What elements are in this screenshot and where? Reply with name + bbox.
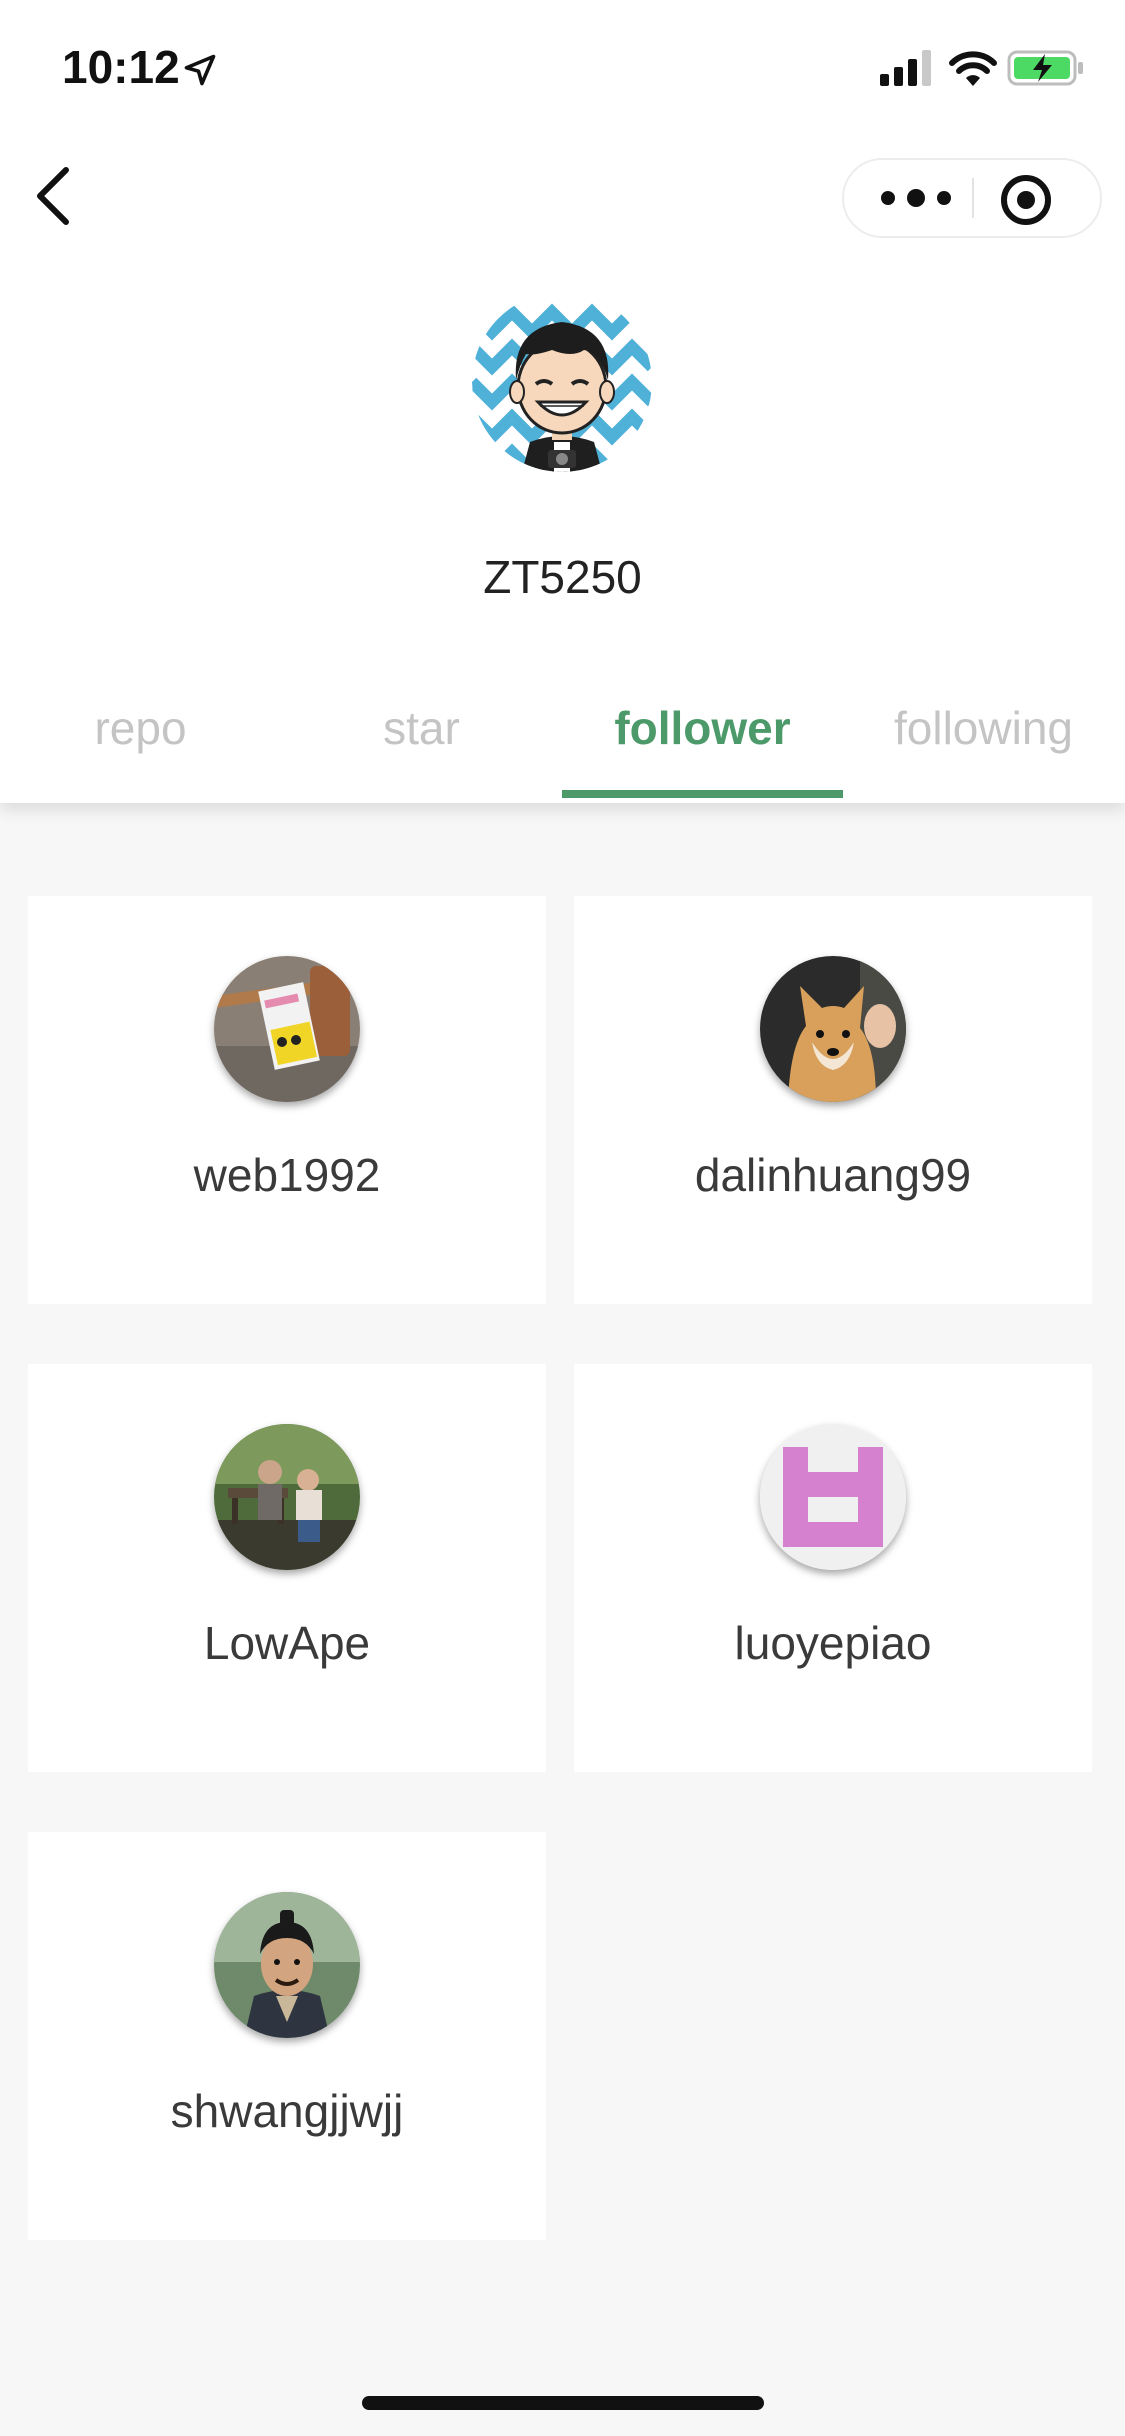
follower-card[interactable]: luoyepiao	[574, 1364, 1092, 1772]
follower-card[interactable]: dalinhuang99	[574, 896, 1092, 1304]
profile-avatar	[472, 292, 652, 472]
profile-username: ZT5250	[483, 551, 642, 603]
follower-name: LowApe	[203, 1617, 371, 1669]
more-dots-icon[interactable]	[872, 178, 960, 218]
tab-bar: repo star follower following	[0, 690, 1125, 800]
follower-avatar	[760, 956, 906, 1102]
follower-avatar	[214, 1892, 360, 2038]
tab-follower[interactable]: follower	[562, 690, 843, 800]
follower-card[interactable]: web1992	[28, 896, 546, 1304]
back-button[interactable]	[22, 160, 82, 232]
follower-name: shwangjjwjj	[170, 2085, 404, 2137]
header-panel: 10:12 ZT5250 repo star follower followin…	[0, 0, 1125, 803]
status-time: 10:12	[62, 41, 180, 93]
follower-name: dalinhuang99	[694, 1149, 972, 1201]
home-indicator[interactable]	[362, 2396, 764, 2410]
tab-star[interactable]: star	[281, 690, 562, 800]
wifi-icon	[949, 51, 997, 86]
capsule-divider	[972, 178, 974, 218]
target-circle-icon[interactable]	[998, 172, 1054, 228]
tab-repo[interactable]: repo	[0, 690, 281, 800]
battery-charging-icon	[1007, 50, 1083, 86]
active-tab-underline	[562, 790, 843, 798]
follower-card[interactable]: shwangjjwjj	[28, 1832, 546, 2240]
follower-avatar	[760, 1424, 906, 1570]
follower-avatar	[214, 956, 360, 1102]
follower-avatar	[214, 1424, 360, 1570]
follower-name: web1992	[193, 1149, 381, 1201]
follower-name: luoyepiao	[734, 1617, 932, 1669]
cellular-signal-icon	[880, 50, 931, 86]
mini-program-capsule	[842, 158, 1102, 238]
tab-following[interactable]: following	[843, 690, 1124, 800]
follower-card[interactable]: LowApe	[28, 1364, 546, 1772]
location-arrow-icon	[184, 54, 216, 86]
